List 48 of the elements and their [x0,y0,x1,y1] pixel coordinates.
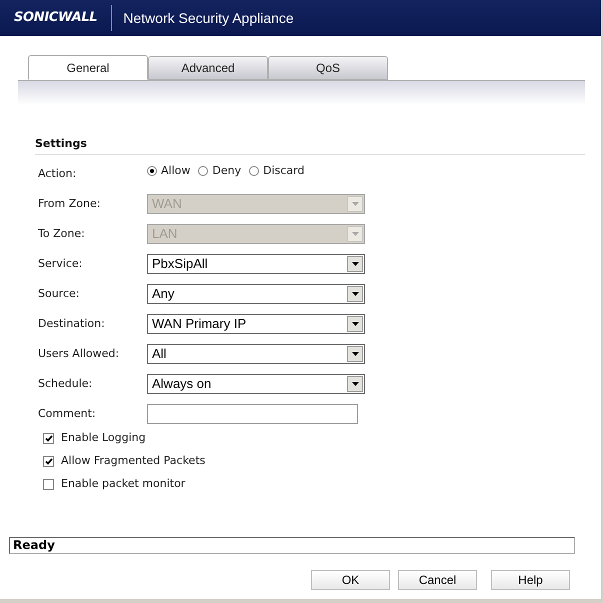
checkbox[interactable] [43,433,54,444]
radio-button[interactable] [147,166,157,176]
field-label: Schedule: [38,376,94,392]
radio-button[interactable] [198,166,208,176]
checkbox[interactable] [43,456,54,467]
dropdown-arrow-button[interactable] [347,316,363,332]
caret-icon [352,292,358,296]
field-label: Action: [38,166,78,182]
status-bar: Ready [9,537,575,554]
dropdown-arrow-button[interactable] [347,256,363,272]
dropdown-arrow-button[interactable] [347,346,363,362]
comment-field[interactable] [147,404,358,424]
field-label: To Zone: [38,226,86,242]
field-label: Users Allowed: [38,346,120,362]
dialog-button[interactable]: Help [491,570,570,590]
caret-icon [352,322,358,326]
caret-icon [352,382,358,386]
field-label: Destination: [38,316,106,332]
caret-icon [352,202,358,206]
radio-option[interactable]: Discard [249,162,304,180]
radio-button[interactable] [249,166,260,176]
tab[interactable]: General [28,55,148,80]
dropdown-arrow-button[interactable] [347,376,363,392]
caret-icon [352,232,358,236]
section-heading: Settings [35,137,87,150]
app-title: Network Security Appliance [123,8,294,28]
field-label: From Zone: [38,196,102,212]
check-icon [44,458,52,465]
tab[interactable]: Advanced [148,56,268,80]
dropdown[interactable]: Any [147,284,365,304]
dropdown[interactable]: Always on [147,374,365,394]
dropdown[interactable]: PbxSipAll [147,254,365,274]
caret-icon [352,352,358,356]
caret-icon [352,262,358,266]
tab[interactable]: QoS [268,56,388,80]
checkbox[interactable] [43,479,54,490]
field-label: Service: [38,256,84,272]
radio-option[interactable]: Deny [198,162,242,180]
field-label: Comment: [38,406,97,422]
dialog-button[interactable]: Cancel [398,570,477,590]
logo: SONICWALL [14,9,98,28]
dropdown[interactable]: All [147,344,365,364]
dialog-button[interactable]: OK [311,570,390,590]
check-icon [44,435,52,442]
dropdown-arrow-button[interactable] [347,286,363,302]
dropdown[interactable]: WAN Primary IP [147,314,365,334]
field-label: Source: [38,286,80,302]
radio-option[interactable]: Allow [147,162,190,180]
